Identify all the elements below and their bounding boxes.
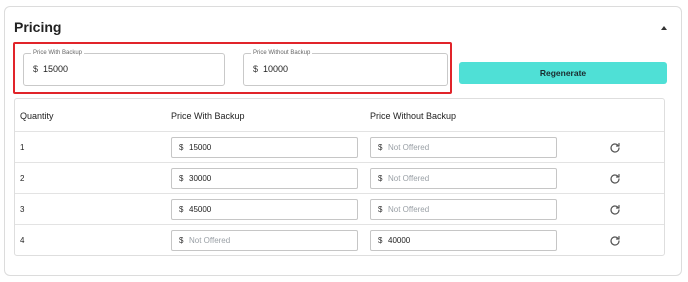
price-without-backup-input[interactable]: $40000 [370, 230, 557, 251]
currency-prefix: $ [33, 64, 39, 74]
card-title: Pricing [14, 19, 62, 35]
cell-value[interactable]: 40000 [388, 236, 410, 245]
price-with-backup-input[interactable]: $ Not Offered [171, 230, 358, 251]
placeholder-text[interactable]: Not Offered [189, 236, 230, 245]
column-header-price-without-backup: Price Without Backup [370, 111, 457, 121]
price-without-backup-input[interactable]: $ Not Offered [370, 168, 557, 189]
refresh-icon[interactable] [609, 141, 621, 153]
currency-prefix: $ [378, 236, 383, 245]
column-header-price-with-backup: Price With Backup [171, 111, 245, 121]
cell-value[interactable]: 15000 [189, 143, 211, 152]
field-value[interactable]: 10000 [263, 64, 288, 74]
placeholder-text[interactable]: Not Offered [388, 143, 429, 152]
quantity-cell: 4 [20, 236, 25, 245]
placeholder-text[interactable]: Not Offered [388, 205, 429, 214]
quantity-cell: 3 [20, 205, 25, 214]
cell-value[interactable]: 45000 [189, 205, 211, 214]
currency-prefix: $ [378, 174, 383, 183]
pricing-table: Quantity Price With Backup Price Without… [14, 98, 665, 256]
table-row: 4 $ Not Offered $40000 [15, 224, 664, 255]
quantity-cell: 2 [20, 174, 25, 183]
currency-prefix: $ [179, 174, 184, 183]
currency-prefix: $ [378, 205, 383, 214]
refresh-icon[interactable] [609, 172, 621, 184]
quantity-cell: 1 [20, 143, 25, 152]
price-with-backup-input[interactable]: $45000 [171, 199, 358, 220]
currency-prefix: $ [179, 205, 184, 214]
price-with-backup-input[interactable]: $30000 [171, 168, 358, 189]
refresh-icon[interactable] [609, 234, 621, 246]
table-row: 2 $30000 $ Not Offered [15, 162, 664, 193]
table-row: 3 $45000 $ Not Offered [15, 193, 664, 224]
column-header-quantity: Quantity [20, 111, 54, 121]
field-legend: Price Without Backup [251, 48, 313, 58]
refresh-icon[interactable] [609, 203, 621, 215]
regenerate-button[interactable]: Regenerate [459, 62, 667, 84]
highlight-outline: Price With Backup $ 15000 Price Without … [13, 42, 452, 94]
price-with-backup-input[interactable]: $15000 [171, 137, 358, 158]
price-without-backup-input[interactable]: $ Not Offered [370, 137, 557, 158]
field-legend: Price With Backup [31, 48, 85, 58]
cell-value[interactable]: 30000 [189, 174, 211, 183]
price-without-backup-field[interactable]: Price Without Backup $ 10000 [243, 48, 448, 86]
field-value[interactable]: 15000 [43, 64, 68, 74]
currency-prefix: $ [253, 64, 259, 74]
currency-prefix: $ [378, 143, 383, 152]
price-without-backup-input[interactable]: $ Not Offered [370, 199, 557, 220]
chevron-up-icon[interactable] [661, 26, 667, 30]
currency-prefix: $ [179, 143, 184, 152]
currency-prefix: $ [179, 236, 184, 245]
price-with-backup-field[interactable]: Price With Backup $ 15000 [23, 48, 225, 86]
table-row: 1 $15000 $ Not Offered [15, 131, 664, 162]
placeholder-text[interactable]: Not Offered [388, 174, 429, 183]
